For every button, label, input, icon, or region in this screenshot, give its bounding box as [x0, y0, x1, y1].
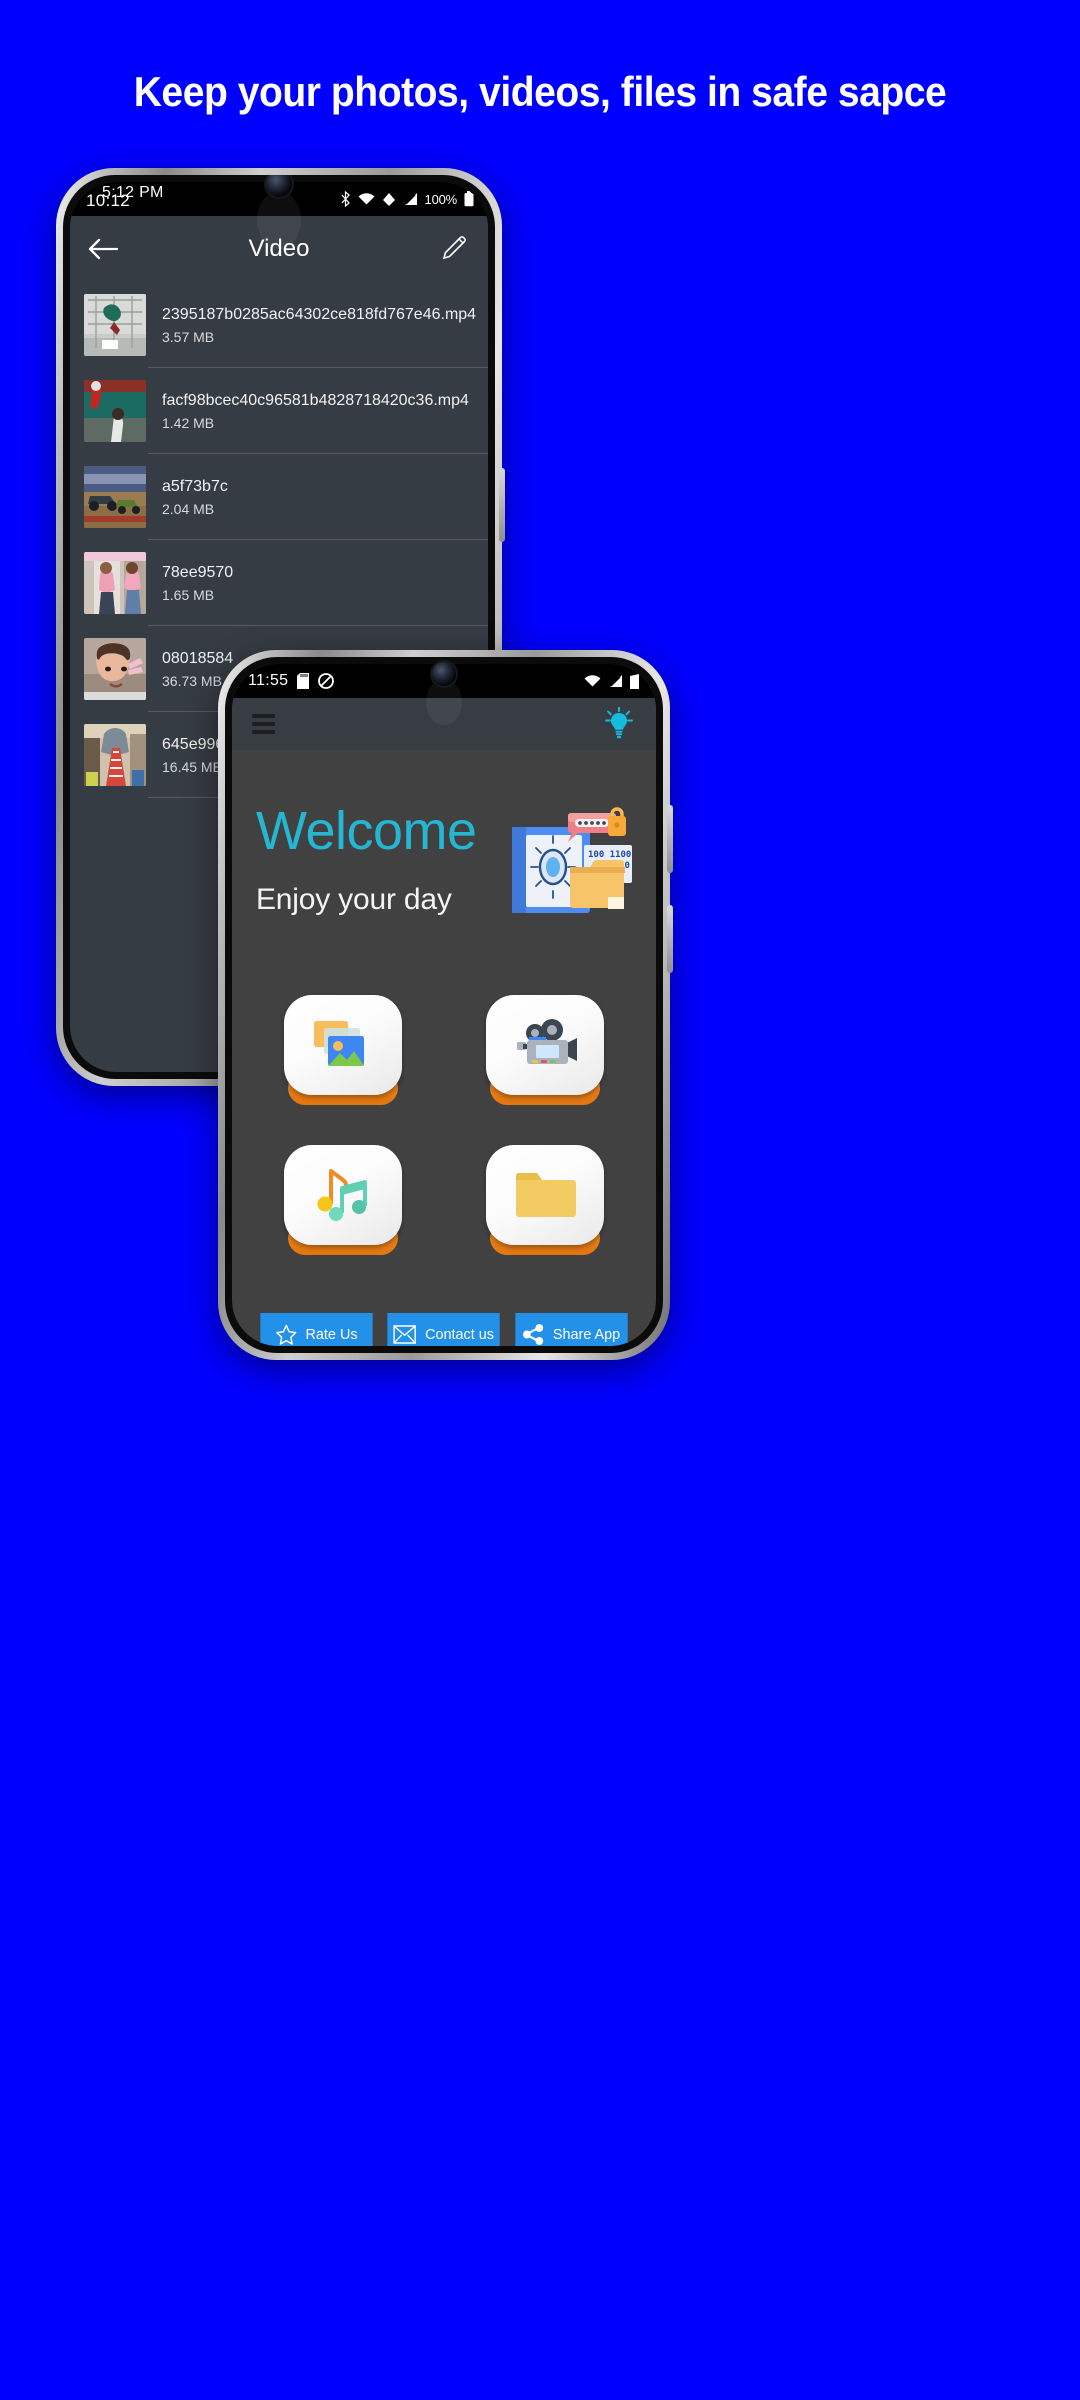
video-thumbnail [84, 724, 146, 786]
tile-face [284, 995, 402, 1096]
page-title: Keep your photos, videos, files in safe … [133, 68, 947, 115]
mute-icon [318, 673, 335, 689]
bottom-action-bar: Rate Us Contact us Share App [248, 1313, 640, 1346]
svg-text:100 1100: 100 1100 [588, 850, 631, 860]
file-name: 2395187b0285ac64302ce818fd767e46.mp4 [162, 305, 477, 323]
battery-icon [464, 191, 474, 207]
file-meta: 2395187b0285ac64302ce818fd767e46.mp4 3.5… [162, 306, 476, 345]
signal-icon [610, 675, 622, 687]
battery-percent-label: 100% [424, 191, 458, 207]
tile-face [486, 1145, 604, 1246]
share-app-label: Share App [552, 1325, 620, 1343]
bluetooth-icon [341, 191, 350, 207]
table-row[interactable]: facf98bcec40c96581b4828718420c36.mp4 1.4… [70, 368, 488, 454]
table-row[interactable]: a5f73b7c 2.04 MB [70, 454, 488, 540]
tile-face [284, 1145, 402, 1246]
video-thumbnail [84, 294, 146, 356]
share-icon [522, 1323, 543, 1345]
front-phone-volume-button[interactable] [667, 805, 673, 873]
video-thumbnail [84, 380, 146, 442]
rate-us-label: Rate Us [305, 1325, 358, 1343]
video-thumbnail [84, 552, 146, 614]
file-size: 3.57 MB [162, 328, 215, 345]
pencil-icon[interactable] [442, 234, 468, 260]
table-row[interactable]: 2395187b0285ac64302ce818fd767e46.mp4 3.5… [70, 282, 488, 368]
table-row[interactable]: 78ee9570 1.65 MB [70, 540, 488, 626]
feature-tile-grid [248, 995, 640, 1256]
file-size: 1.42 MB [162, 414, 215, 431]
front-phone-screen: 11:55 Welcome Enjoy your day 100 1100 10… [232, 664, 656, 1346]
front-status-icons [584, 664, 640, 698]
file-name: 78ee9570 [162, 563, 234, 581]
status-clock-secondary: 5:12 PM [102, 184, 164, 201]
front-camera-icon [432, 662, 456, 686]
lightbulb-icon[interactable] [602, 707, 636, 741]
file-name: 08018584 [162, 649, 234, 667]
front-phone-power-button[interactable] [667, 905, 673, 973]
file-name: facf98bcec40c96581b4828718420c36.mp4 [162, 391, 469, 409]
file-meta: a5f73b7c 2.04 MB [162, 478, 228, 517]
music-note-icon [317, 1169, 367, 1222]
vault-lock-folder-illustration: 100 1100 0110 10 1 01 [512, 806, 632, 913]
welcome-hero: Welcome Enjoy your day 100 1100 10 [248, 750, 640, 917]
file-size: 1.65 MB [162, 586, 215, 603]
welcome-subtitle: Enjoy your day [256, 883, 452, 917]
front-status-left: 11:55 [248, 672, 335, 690]
front-phone-mockup: 11:55 Welcome Enjoy your day 100 1100 10… [218, 650, 673, 1360]
photos-tile[interactable] [284, 995, 402, 1106]
rate-us-button[interactable]: Rate Us [260, 1313, 373, 1346]
welcome-heading: Welcome [256, 801, 477, 861]
folder-icon [516, 1173, 576, 1218]
camera-glow [257, 191, 301, 249]
contact-us-label: Contact us [425, 1325, 495, 1343]
photos-icon [314, 1021, 364, 1067]
sd-card-icon [297, 673, 310, 689]
files-tile[interactable] [486, 1145, 604, 1256]
star-icon [276, 1324, 297, 1345]
front-phone-bezel: 11:55 Welcome Enjoy your day 100 1100 10… [225, 657, 663, 1353]
envelope-icon [393, 1324, 417, 1344]
back-status-icons: 100% [340, 182, 474, 216]
vibrate-icon [382, 192, 395, 206]
welcome-text-group: Welcome Enjoy your day [256, 801, 477, 917]
file-size: 2.04 MB [162, 500, 215, 517]
wifi-icon [584, 675, 601, 687]
videos-tile[interactable] [486, 995, 604, 1106]
video-thumbnail [84, 466, 146, 528]
contact-us-button[interactable]: Contact us [387, 1313, 501, 1346]
audio-tile[interactable] [284, 1145, 402, 1256]
back-phone-side-button[interactable] [499, 468, 505, 542]
share-app-button[interactable]: Share App [515, 1313, 628, 1346]
tile-face [486, 995, 604, 1096]
file-meta: 78ee9570 1.65 MB [162, 564, 233, 603]
wifi-icon [358, 193, 375, 205]
battery-icon [630, 673, 639, 689]
front-screen-body: Welcome Enjoy your day 100 1100 10 Rate … [232, 750, 656, 1346]
signal-icon [404, 193, 417, 205]
video-camera-icon [517, 1019, 577, 1065]
video-thumbnail [84, 638, 146, 700]
back-status-clock-group: 10:12 5:12 PM [86, 182, 236, 216]
file-name: a5f73b7c [162, 477, 228, 495]
hamburger-menu-icon[interactable] [252, 714, 275, 734]
file-meta: facf98bcec40c96581b4828718420c36.mp4 1.4… [162, 392, 469, 431]
status-clock: 11:55 [248, 672, 289, 689]
